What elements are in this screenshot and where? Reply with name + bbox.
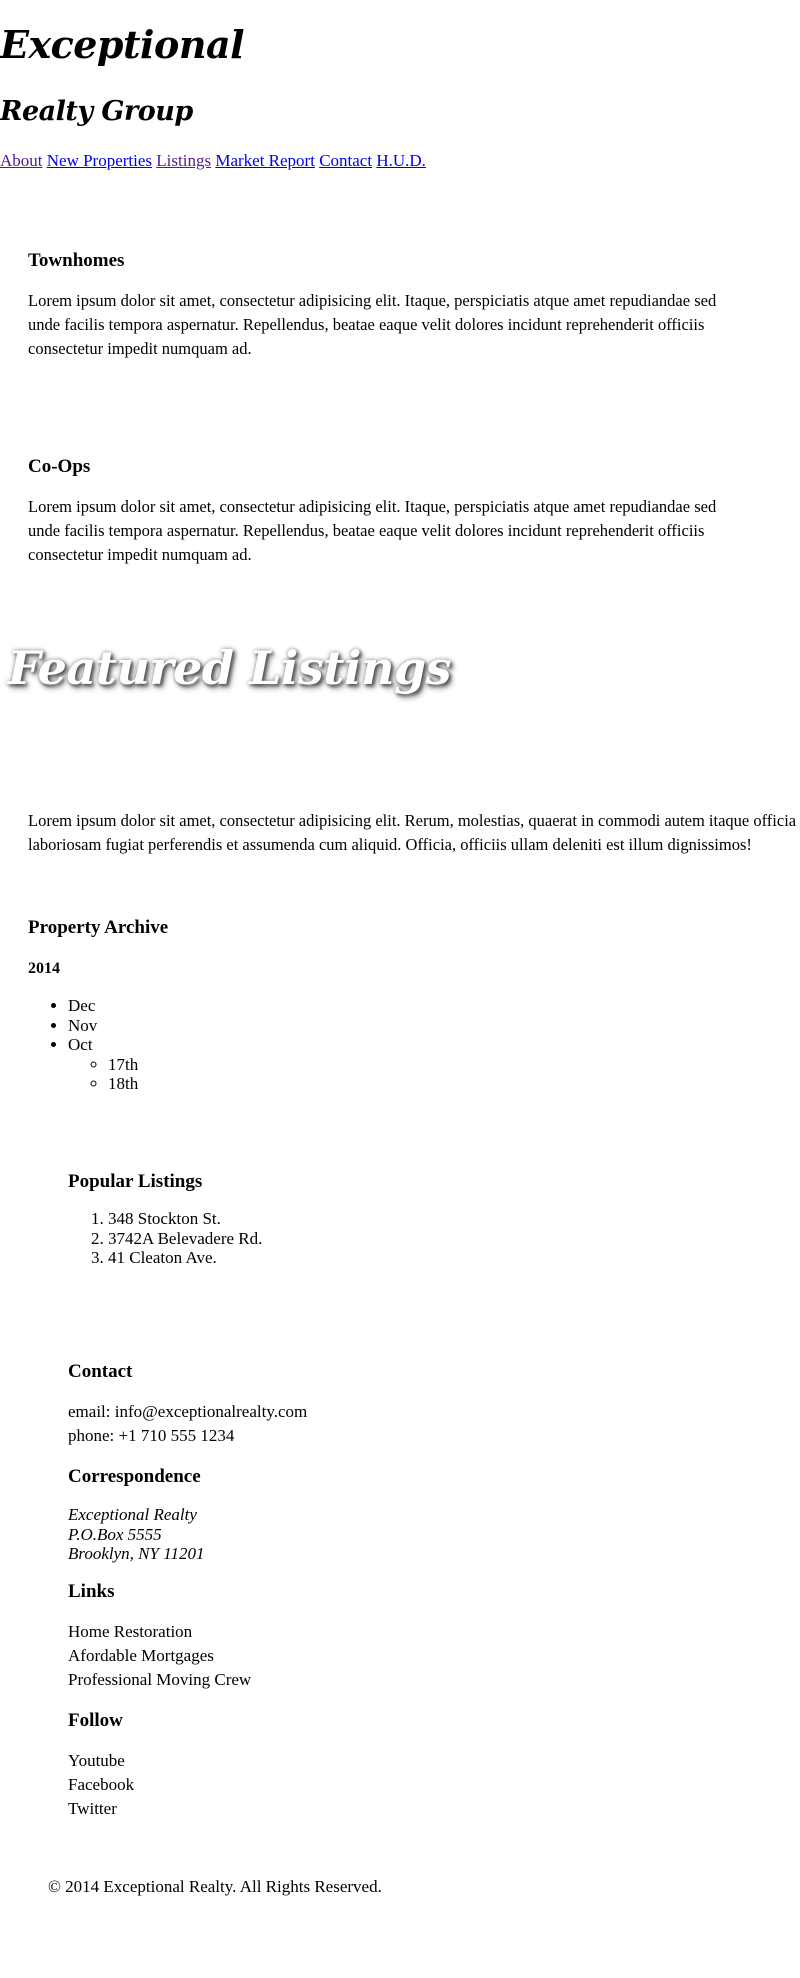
contact-email: email: info@exceptionalrealty.com <box>68 1402 308 1421</box>
contact-heading: Contact <box>68 1361 133 1382</box>
footer-copyright: © 2014 Exceptional Realty. All Rights Re… <box>48 1877 382 1896</box>
archive-day-item: 17th <box>108 1055 138 1075</box>
link-home-restoration: Home Restoration <box>68 1622 193 1641</box>
townhomes-heading: Townhomes <box>28 250 125 271</box>
link-professional-moving-crew: Professional Moving Crew <box>68 1670 252 1689</box>
correspondence-heading: Correspondence <box>68 1466 201 1487</box>
popular-listings-list: 348 Stockton St. 3742A Belevadere Rd. 41… <box>68 1209 262 1268</box>
address-line: Exceptional Realty <box>68 1505 197 1524</box>
nav-link-hud[interactable]: H.U.D. <box>376 151 426 170</box>
archive-year: 2014 <box>28 960 60 977</box>
archive-month-item: Oct 17th 18th <box>68 1035 138 1094</box>
follow-heading: Follow <box>68 1710 123 1731</box>
coops-text: Lorem ipsum dolor sit amet, consectetur … <box>28 497 717 564</box>
featured-listings-title: Featured Listings <box>8 641 452 695</box>
address-line: P.O.Box 5555 <box>68 1524 162 1544</box>
brand-subtitle: Realty Group <box>0 96 193 127</box>
property-archive-heading: Property Archive <box>28 917 169 938</box>
townhomes-text: Lorem ipsum dolor sit amet, consectetur … <box>28 291 717 358</box>
links-heading: Links <box>68 1581 115 1602</box>
follow-youtube: Youtube <box>68 1751 125 1770</box>
nav-link-listings[interactable]: Listings <box>156 151 211 170</box>
main-nav: About New Properties Listings Market Rep… <box>0 151 426 171</box>
popular-listing-item: 348 Stockton St. <box>108 1209 262 1229</box>
featured-listings-text: Lorem ipsum dolor sit amet, consectetur … <box>28 811 797 854</box>
popular-listing-item: 41 Cleaton Ave. <box>108 1248 262 1268</box>
coops-heading: Co-Ops <box>28 456 91 477</box>
nav-link-contact[interactable]: Contact <box>319 151 372 170</box>
brand-title: Exceptional <box>0 22 245 67</box>
archive-month-item: Nov <box>68 1016 138 1036</box>
follow-twitter: Twitter <box>68 1799 117 1818</box>
correspondence-address: Exceptional Realty P.O.Box 5555 Brooklyn… <box>68 1505 204 1564</box>
archive-month-list: Dec Nov Oct 17th 18th <box>28 996 138 1094</box>
archive-day-list: 17th 18th <box>68 1055 138 1094</box>
nav-link-market-report[interactable]: Market Report <box>215 151 315 170</box>
archive-month-item: Dec <box>68 996 138 1016</box>
nav-link-new-properties[interactable]: New Properties <box>47 151 152 170</box>
popular-listings-heading: Popular Listings <box>68 1171 203 1192</box>
follow-facebook: Facebook <box>68 1775 135 1794</box>
popular-listing-item: 3742A Belevadere Rd. <box>108 1229 262 1249</box>
nav-link-about[interactable]: About <box>0 151 43 170</box>
archive-day-item: 18th <box>108 1074 138 1094</box>
archive-month-label: Oct <box>68 1035 93 1054</box>
contact-phone: phone: +1 710 555 1234 <box>68 1426 235 1445</box>
link-afordable-mortgages: Afordable Mortgages <box>68 1646 214 1665</box>
address-line: Brooklyn, NY 11201 <box>68 1544 205 1563</box>
